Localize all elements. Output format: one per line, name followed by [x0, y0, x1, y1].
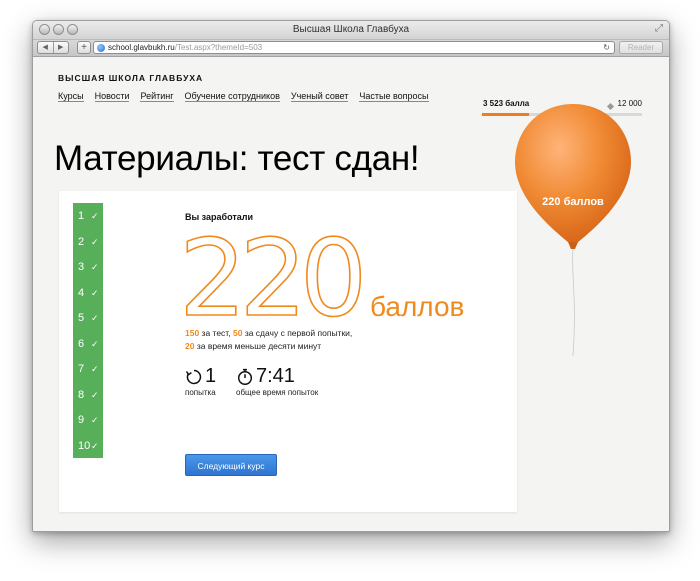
attempts-label: попытка — [185, 388, 216, 397]
question-step[interactable]: 8 ✓ — [73, 382, 103, 408]
stopwatch-icon — [237, 368, 253, 385]
balloon-label: 220 баллов — [542, 196, 604, 208]
check-icon: ✓ — [91, 262, 99, 272]
check-icon: ✓ — [91, 440, 99, 451]
back-icon[interactable]: ◀ — [38, 42, 53, 53]
page-title: Материалы: тест сдан! — [54, 139, 420, 178]
question-step[interactable]: 5 ✓ — [73, 305, 103, 331]
attempts-stat: 1 попытка — [185, 365, 216, 397]
check-icon: ✓ — [91, 415, 99, 425]
reader-button[interactable]: Reader — [619, 41, 663, 54]
check-icon: ✓ — [91, 236, 99, 247]
address-bar[interactable]: school.glavbukh.ru/Test.aspx?themeId=503… — [93, 41, 615, 54]
next-course-button[interactable]: Следующий курс — [185, 454, 277, 476]
score-unit: баллов — [370, 291, 465, 322]
nav-item-academic-council[interactable]: Ученый совет — [290, 91, 349, 102]
url-path: /Test.aspx?themeId=503 — [174, 43, 263, 52]
retry-icon — [185, 369, 202, 384]
question-step[interactable]: 6 ✓ — [73, 331, 103, 357]
question-step-number: 9 — [78, 414, 85, 426]
question-step-number: 6 — [78, 337, 85, 350]
question-step-number: 3 — [78, 261, 85, 273]
big-score-text: 220 — [183, 227, 361, 322]
earned-label: Вы заработали — [185, 212, 254, 222]
question-step-number: 4 — [78, 286, 85, 299]
fullscreen-icon[interactable]: ⤢ — [655, 23, 663, 34]
check-icon: ✓ — [91, 287, 99, 298]
browser-window: Высшая Школа Главбуха ⤢ ◀ ▶ + school.gla… — [32, 20, 670, 532]
question-step[interactable]: 7 ✓ — [73, 356, 103, 382]
nav-item-rating[interactable]: Рейтинг — [140, 91, 174, 102]
time-label: общее время попыток — [236, 388, 319, 397]
url-host: school.glavbukh.ru — [108, 43, 175, 52]
big-score: 220 — [183, 227, 369, 322]
question-step[interactable]: 4 ✓ — [73, 280, 103, 306]
check-icon: ✓ — [91, 389, 99, 400]
nav-item-news[interactable]: Новости — [94, 91, 130, 102]
question-step-number: 7 — [78, 363, 85, 375]
check-icon: ✓ — [91, 338, 99, 349]
nav-item-staff-training[interactable]: Обучение сотрудников — [184, 91, 280, 102]
time-points-text: за время меньше десяти минут — [194, 341, 322, 351]
points-breakdown: 150 за тест, 50 за сдачу с первой попытк… — [185, 327, 425, 353]
globe-icon — [97, 44, 105, 52]
question-step[interactable]: 9 ✓ — [73, 407, 103, 433]
nav-item-courses[interactable]: Курсы — [58, 91, 84, 102]
question-step[interactable]: 1 ✓ — [73, 203, 103, 229]
question-step-number: 5 — [78, 312, 85, 324]
add-bookmark-button[interactable]: + — [77, 41, 91, 54]
balloon-icon — [515, 104, 631, 357]
check-icon: ✓ — [91, 313, 99, 323]
forward-icon[interactable]: ▶ — [52, 42, 69, 53]
nav-buttons: ◀ ▶ — [37, 41, 69, 54]
title-bar: Высшая Школа Главбуха ⤢ — [33, 21, 669, 40]
result-card: 1 ✓ 2 ✓ 3 ✓ 4 ✓ 5 ✓ 6 ✓ 7 ✓ 8 ✓ 9 ✓ 10 ✓ Вы заработали 220 … — [59, 191, 517, 512]
question-step[interactable]: 2 ✓ — [73, 229, 103, 255]
check-icon: ✓ — [91, 211, 99, 221]
question-step-number: 10 — [78, 439, 91, 452]
time-stat: 7:41 общее время попыток — [236, 365, 318, 397]
question-steps: 1 ✓ 2 ✓ 3 ✓ 4 ✓ 5 ✓ 6 ✓ 7 ✓ 8 ✓ 9 ✓ 10 ✓ — [73, 203, 103, 458]
attempts-value: 1 — [205, 365, 217, 387]
question-step[interactable]: 10 ✓ — [73, 433, 103, 459]
question-step-number: 8 — [78, 388, 85, 401]
browser-toolbar: ◀ ▶ + school.glavbukh.ru/Test.aspx?theme… — [33, 40, 669, 57]
time-value: 7:41 — [256, 365, 295, 387]
window-title: Высшая Школа Главбуха — [292, 24, 410, 35]
question-step-number: 2 — [78, 235, 85, 248]
question-step[interactable]: 3 ✓ — [73, 254, 103, 280]
question-step-number: 1 — [78, 210, 85, 222]
reload-icon[interactable]: ↻ — [603, 42, 610, 53]
first-try-text: за сдачу с первой попытки, — [242, 328, 353, 338]
score-balloon: 220 баллов — [511, 98, 635, 363]
test-points-text: за тест, — [199, 328, 233, 338]
main-nav: Курсы Новости Рейтинг Обучение сотрудник… — [58, 91, 429, 102]
nav-item-faq[interactable]: Частые вопросы — [359, 91, 429, 102]
site-brand[interactable]: ВЫСШАЯ ШКОЛА ГЛАВБУХА — [58, 73, 203, 83]
page-content: ВЫСШАЯ ШКОЛА ГЛАВБУХА Курсы Новости Рейт… — [33, 57, 669, 531]
test-points: 150 — [185, 328, 200, 338]
check-icon: ✓ — [91, 364, 99, 374]
